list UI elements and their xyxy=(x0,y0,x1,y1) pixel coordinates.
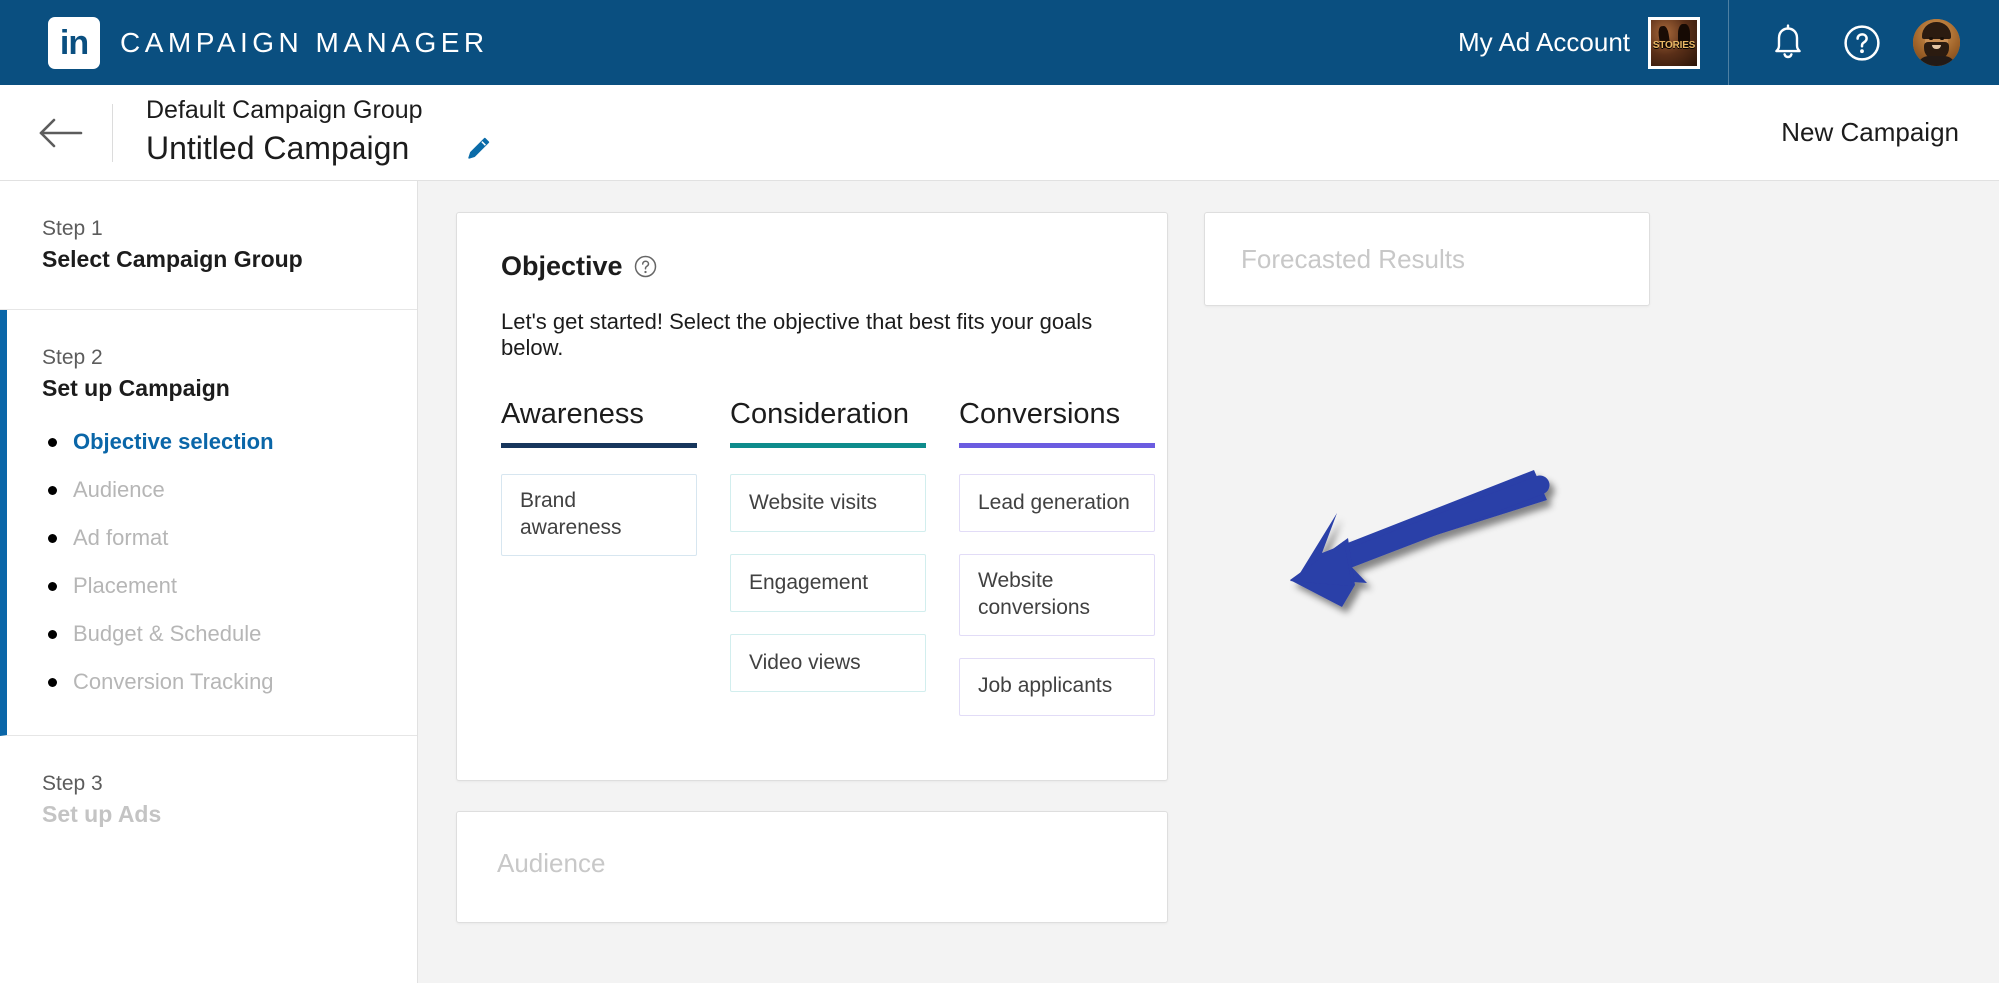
campaign-title-group: Default Campaign Group Untitled Campaign xyxy=(113,95,495,170)
linkedin-logo-icon: in xyxy=(48,16,100,69)
user-avatar xyxy=(1912,19,1960,66)
avatar-eye-right xyxy=(1939,37,1944,40)
objective-option-website-visits[interactable]: Website visits xyxy=(730,474,926,532)
sidebar-step-3[interactable]: Step 3 Set up Ads xyxy=(0,736,417,864)
sidebar-item-budget-schedule[interactable]: Budget & Schedule xyxy=(42,621,417,647)
edit-campaign-name-button[interactable] xyxy=(461,132,495,166)
sidebar-item-conversion-tracking[interactable]: Conversion Tracking xyxy=(42,669,417,695)
profile-button[interactable] xyxy=(1899,0,1973,85)
sidebar-item-label: Conversion Tracking xyxy=(73,669,274,694)
page-title: Objective xyxy=(501,251,623,281)
objective-panel: Objective Let's get started! Select the … xyxy=(456,212,1168,781)
back-button[interactable] xyxy=(32,105,88,161)
pencil-edit-icon xyxy=(468,137,490,159)
sidebar-item-label: Audience xyxy=(73,477,165,502)
bell-icon xyxy=(1775,23,1801,58)
avatar-shoulders xyxy=(1916,56,1956,66)
question-circle-icon xyxy=(634,255,656,278)
audience-panel[interactable]: Audience xyxy=(456,810,1168,923)
new-campaign-label: New Campaign xyxy=(1781,117,1959,147)
step-2-label: Step 2 xyxy=(42,346,103,369)
notifications-button[interactable] xyxy=(1751,0,1825,85)
ad-account-thumbnail: STORIES xyxy=(1648,16,1700,69)
objective-column-conversions: Conversions Lead generation Website conv… xyxy=(959,398,1155,738)
objective-help-button[interactable] xyxy=(634,255,657,278)
objective-option-label: Website visits xyxy=(749,490,877,514)
objective-option-label: Website conversions xyxy=(978,569,1091,619)
sidebar-item-label: Budget & Schedule xyxy=(73,621,262,646)
objective-option-job-applicants[interactable]: Job applicants xyxy=(959,657,1155,716)
top-navigation-bar: in CAMPAIGN MANAGER My Ad Account STORIE… xyxy=(0,0,1999,85)
avatar-eye-left xyxy=(1928,37,1933,40)
top-nav-right-group: My Ad Account STORIES xyxy=(1458,0,1999,85)
thumbnail-label: STORIES xyxy=(1652,39,1696,51)
bullet-icon xyxy=(48,581,57,591)
nav-icon-group xyxy=(1729,0,1999,85)
audience-panel-title: Audience xyxy=(497,847,606,878)
ad-account-name: My Ad Account xyxy=(1458,27,1630,57)
avatar-hair xyxy=(1921,22,1951,39)
objective-header: Objective xyxy=(501,251,1123,282)
column-rule xyxy=(501,443,697,448)
brand-area[interactable]: in CAMPAIGN MANAGER xyxy=(0,16,489,69)
steps-sidebar: Step 1 Select Campaign Group Step 2 Set … xyxy=(0,181,418,983)
column-title: Conversions xyxy=(959,398,1121,430)
step-2-title: Set up Campaign xyxy=(42,375,230,401)
objective-option-website-conversions[interactable]: Website conversions xyxy=(959,554,1155,636)
ad-account-selector[interactable]: My Ad Account STORIES xyxy=(1458,16,1728,69)
campaign-name-row: Untitled Campaign xyxy=(146,128,495,170)
sidebar-item-label: Placement xyxy=(73,573,177,598)
campaign-name: Untitled Campaign xyxy=(146,130,410,167)
objective-subtitle: Let's get started! Select the objective … xyxy=(501,309,1093,360)
question-circle-icon xyxy=(1844,24,1880,61)
objective-option-label: Brand awareness xyxy=(520,489,622,539)
sidebar-item-ad-format[interactable]: Ad format xyxy=(42,525,417,551)
column-title: Consideration xyxy=(730,398,909,430)
objective-option-brand-awareness[interactable]: Brand awareness xyxy=(501,474,697,556)
main-content: Objective Let's get started! Select the … xyxy=(418,181,1999,983)
bullet-icon xyxy=(48,677,57,687)
bullet-icon xyxy=(48,485,57,495)
objective-option-video-views[interactable]: Video views xyxy=(730,634,926,692)
forecasted-results-title: Forecasted Results xyxy=(1241,243,1465,274)
step-2-substeps: Objective selection Audience Ad format P… xyxy=(42,429,417,695)
center-column: Objective Let's get started! Select the … xyxy=(456,212,1168,923)
objective-option-lead-generation[interactable]: Lead generation xyxy=(959,474,1155,532)
column-title: Awareness xyxy=(501,398,644,430)
objective-option-label: Video views xyxy=(749,650,861,674)
sidebar-item-placement[interactable]: Placement xyxy=(42,573,417,599)
help-button[interactable] xyxy=(1825,0,1899,85)
step-1-label: Step 1 xyxy=(42,217,103,240)
campaign-header-bar: Default Campaign Group Untitled Campaign… xyxy=(0,85,1999,181)
step-3-title: Set up Ads xyxy=(42,801,162,827)
campaign-group-name: Default Campaign Group xyxy=(146,96,423,125)
objective-column-awareness: Awareness Brand awareness xyxy=(501,398,697,738)
sidebar-step-1[interactable]: Step 1 Select Campaign Group xyxy=(0,181,417,310)
bullet-icon xyxy=(48,629,57,639)
objective-option-label: Job applicants xyxy=(978,674,1113,698)
step-1-title: Select Campaign Group xyxy=(42,246,303,272)
page-body: Step 1 Select Campaign Group Step 2 Set … xyxy=(0,181,1999,983)
sidebar-item-label: Ad format xyxy=(73,525,169,550)
objective-option-label: Engagement xyxy=(749,570,869,594)
back-arrow-icon xyxy=(39,118,83,147)
sidebar-item-audience[interactable]: Audience xyxy=(42,477,417,503)
bullet-icon xyxy=(48,437,57,447)
objective-option-label: Lead generation xyxy=(978,490,1130,514)
objective-columns: Awareness Brand awareness Consideration … xyxy=(501,398,1155,738)
objective-column-consideration: Consideration Website visits Engagement … xyxy=(730,398,926,738)
column-rule xyxy=(730,443,926,448)
sidebar-step-2[interactable]: Step 2 Set up Campaign Objective selecti… xyxy=(0,310,417,736)
linkedin-logo-mark: in xyxy=(59,23,89,62)
bullet-icon xyxy=(48,533,57,543)
app-title: CAMPAIGN MANAGER xyxy=(120,26,489,58)
step-3-label: Step 3 xyxy=(42,772,103,795)
objective-option-engagement[interactable]: Engagement xyxy=(730,554,926,612)
sidebar-item-objective-selection[interactable]: Objective selection xyxy=(42,429,417,455)
forecasted-results-panel: Forecasted Results xyxy=(1204,212,1650,306)
column-rule xyxy=(959,443,1155,448)
sidebar-item-label: Objective selection xyxy=(73,429,274,454)
